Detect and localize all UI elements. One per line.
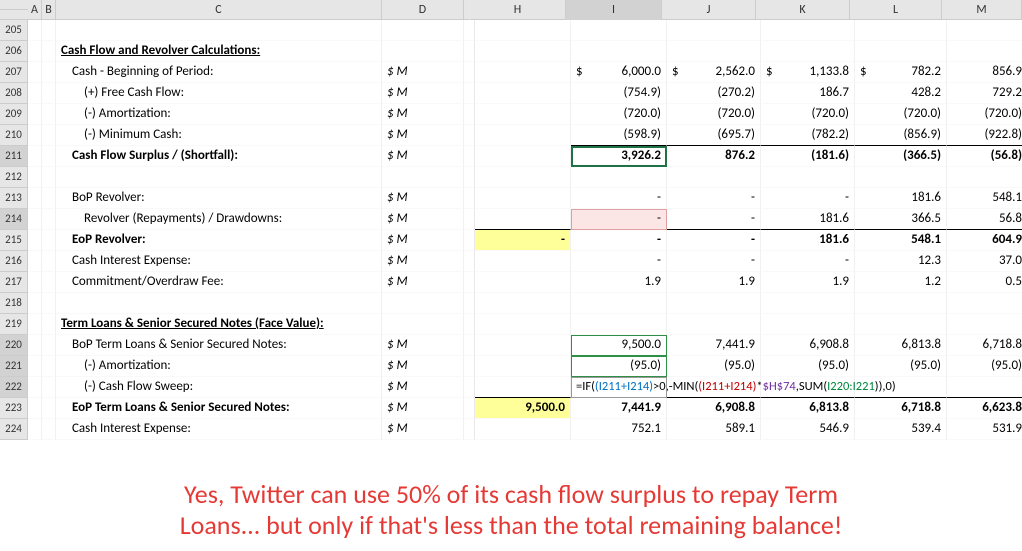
row-header-207[interactable]: 207 bbox=[0, 62, 28, 83]
formula-cell-I222[interactable]: =IF((I211+I214)>0,-MIN((I211+I214)*$H$74… bbox=[571, 377, 667, 398]
row-header-213[interactable]: 213 bbox=[0, 188, 28, 209]
label-cash-bop[interactable]: Cash - Beginning of Period: bbox=[56, 62, 382, 83]
col-header-C[interactable]: C bbox=[56, 0, 382, 20]
label-min-cash[interactable]: (-) Minimum Cash: bbox=[56, 125, 382, 146]
highlighted-cell-I221[interactable]: (95.0) bbox=[571, 356, 667, 377]
row-header-212[interactable]: 212 bbox=[0, 167, 28, 188]
label-bop-revolver[interactable]: BoP Revolver: bbox=[56, 188, 382, 209]
row-header-220[interactable]: 220 bbox=[0, 335, 28, 356]
label-fcf[interactable]: (+) Free Cash Flow: bbox=[56, 83, 382, 104]
value-eop-tl-H[interactable]: 9,500.0 bbox=[475, 398, 571, 419]
row-header-217[interactable]: 217 bbox=[0, 272, 28, 293]
label-cash-flow-sweep[interactable]: (-) Cash Flow Sweep: bbox=[56, 377, 382, 398]
row-header-218[interactable]: 218 bbox=[0, 293, 28, 314]
label-amortization[interactable]: (-) Amortization: bbox=[56, 104, 382, 125]
label-eop-revolver[interactable]: EoP Revolver: bbox=[56, 230, 382, 251]
row-header-223[interactable]: 223 bbox=[0, 398, 28, 419]
col-header-A[interactable]: A bbox=[28, 0, 42, 20]
row-header-205[interactable]: 205 bbox=[0, 20, 28, 41]
col-header-I[interactable]: I bbox=[566, 0, 662, 20]
cell[interactable] bbox=[28, 20, 42, 41]
highlighted-cell-I220[interactable]: 9,500.0 bbox=[571, 335, 667, 356]
col-header-M[interactable]: M bbox=[942, 0, 1022, 20]
label-surplus[interactable]: Cash Flow Surplus / (Shortfall): bbox=[56, 146, 382, 167]
col-header-D[interactable]: D bbox=[382, 0, 464, 20]
label-cash-interest-tl[interactable]: Cash Interest Expense: bbox=[56, 419, 382, 440]
column-header-row: A B C D H I J K L M bbox=[0, 0, 1022, 20]
section-title-term-loans[interactable]: Term Loans & Senior Secured Notes (Face … bbox=[56, 314, 382, 335]
label-bop-term-loans[interactable]: BoP Term Loans & Senior Secured Notes: bbox=[56, 335, 382, 356]
section-title-cashflow[interactable]: Cash Flow and Revolver Calculations: bbox=[56, 41, 382, 62]
row-header-215[interactable]: 215 bbox=[0, 230, 28, 251]
row-header-224[interactable]: 224 bbox=[0, 419, 28, 440]
highlighted-cell-I214[interactable]: - bbox=[571, 209, 667, 230]
value-cash-bop-I[interactable]: $6,000.0 bbox=[571, 62, 667, 83]
row-header-214[interactable]: 214 bbox=[0, 209, 28, 230]
row-header-208[interactable]: 208 bbox=[0, 83, 28, 104]
label-commitment-fee[interactable]: Commitment/Overdraw Fee: bbox=[56, 272, 382, 293]
value-eop-rev-H[interactable]: - bbox=[475, 230, 571, 251]
col-header-L[interactable]: L bbox=[850, 0, 942, 20]
row-header-221[interactable]: 221 bbox=[0, 356, 28, 377]
label-eop-term-loans[interactable]: EoP Term Loans & Senior Secured Notes: bbox=[56, 398, 382, 419]
col-header-B[interactable]: B bbox=[42, 0, 56, 20]
row-header-206[interactable]: 206 bbox=[0, 41, 28, 62]
row-header-211[interactable]: 211 bbox=[0, 146, 28, 167]
row-header-219[interactable]: 219 bbox=[0, 314, 28, 335]
col-header-K[interactable]: K bbox=[756, 0, 850, 20]
row-header-209[interactable]: 209 bbox=[0, 104, 28, 125]
row-header-210[interactable]: 210 bbox=[0, 125, 28, 146]
col-header-J[interactable]: J bbox=[662, 0, 756, 20]
label-revolver-repay-draw[interactable]: Revolver (Repayments) / Drawdowns: bbox=[56, 209, 382, 230]
label-cash-interest[interactable]: Cash Interest Expense: bbox=[56, 251, 382, 272]
spreadsheet[interactable]: A B C D H I J K L M 205 206 Cash Flow an… bbox=[0, 0, 1022, 440]
active-cell-I211[interactable]: 3,926.2 bbox=[571, 146, 667, 167]
row-header-216[interactable]: 216 bbox=[0, 251, 28, 272]
select-all-corner[interactable] bbox=[0, 9, 28, 10]
col-header-H[interactable]: H bbox=[470, 0, 566, 20]
row-header-222[interactable]: 222 bbox=[0, 377, 28, 398]
annotation-text: Yes, Twitter can use 50% of its cash flo… bbox=[0, 475, 1022, 545]
label-amortization-tl[interactable]: (-) Amortization: bbox=[56, 356, 382, 377]
unit[interactable]: $ M bbox=[382, 62, 464, 83]
